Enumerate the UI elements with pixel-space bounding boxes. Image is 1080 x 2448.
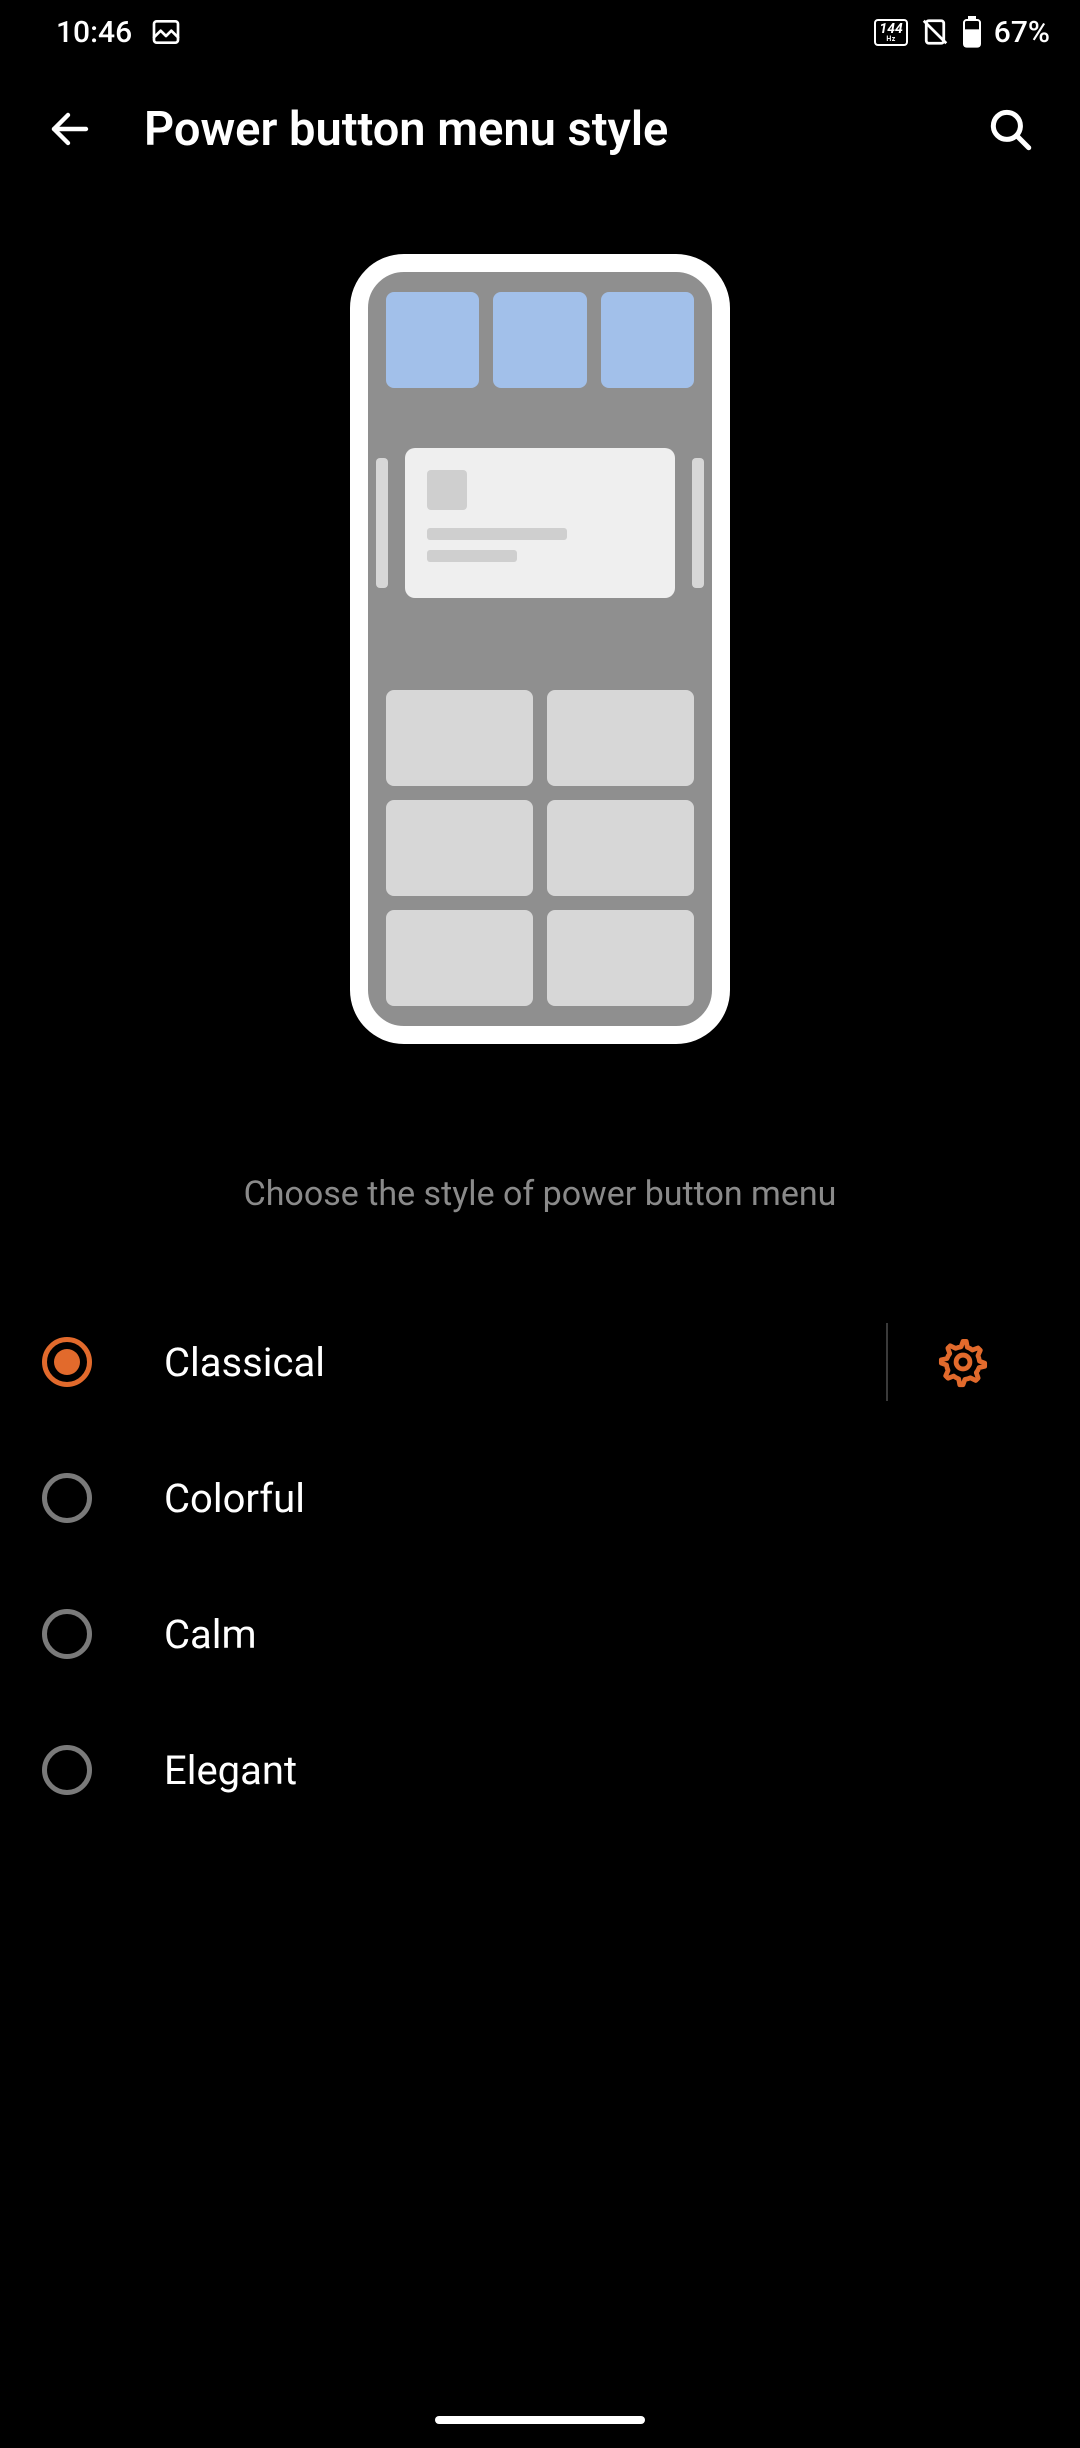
option-colorful[interactable]: Colorful [0,1430,1080,1566]
gear-icon [937,1336,989,1388]
phone-mockup [350,254,730,1044]
status-time: 10:46 [56,15,132,50]
back-button[interactable] [30,89,110,169]
status-right: 144 Hz 67% [874,15,1050,50]
divider [886,1323,888,1401]
search-icon [985,104,1035,154]
radio-icon [42,1745,92,1795]
description-text: Choose the style of power button menu [0,1174,1080,1214]
page-title: Power button menu style [144,102,970,157]
option-label: Classical [164,1339,866,1386]
style-preview [0,254,1080,1044]
no-sim-icon [920,17,950,47]
refresh-rate-icon: 144 Hz [874,19,907,46]
battery-icon [962,16,982,48]
radio-selected-icon [42,1337,92,1387]
style-options: Classical Colorful Calm Elegant [0,1294,1080,1838]
search-button[interactable] [970,89,1050,169]
status-bar: 10:46 144 Hz 67% [0,0,1080,64]
option-elegant[interactable]: Elegant [0,1702,1080,1838]
option-calm[interactable]: Calm [0,1566,1080,1702]
home-indicator[interactable] [435,2416,645,2424]
status-left: 10:46 [56,15,182,50]
arrow-left-icon [46,105,94,153]
radio-icon [42,1473,92,1523]
option-label: Elegant [164,1747,1038,1794]
radio-icon [42,1609,92,1659]
option-label: Colorful [164,1475,1038,1522]
battery-percent: 67% [994,15,1050,50]
image-icon [150,16,182,48]
option-classical[interactable]: Classical [0,1294,1080,1430]
option-label: Calm [164,1611,1038,1658]
header: Power button menu style [0,64,1080,194]
option-settings-button[interactable] [928,1327,998,1397]
